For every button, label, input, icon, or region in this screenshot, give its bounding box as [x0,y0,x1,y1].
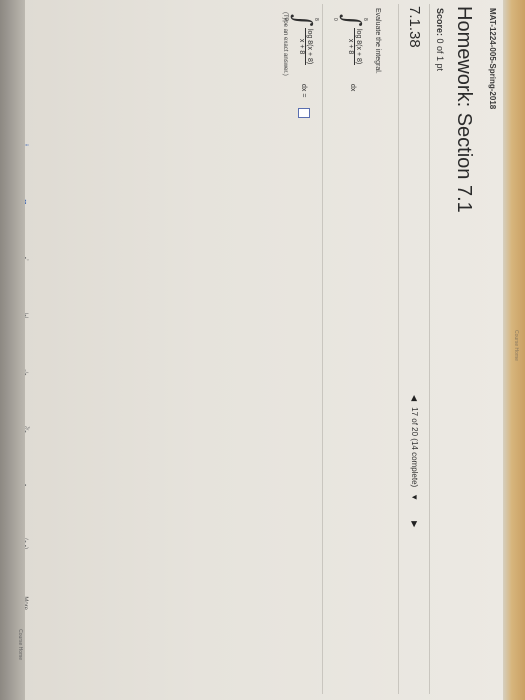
page-title: Homework: Section 7.1 [453,6,475,213]
score-label: Score: [435,8,445,37]
question-progress: 17 of 20 (14 complete) [410,407,419,488]
integral-sign-icon: ∫ [289,14,317,27]
question-number: 7.1.38 [406,6,423,48]
divider [398,4,399,694]
differential-equals: dx = [300,84,307,98]
answer-input[interactable] [298,108,310,118]
instruction-text: Evaluate the integral. [374,8,381,74]
integral-sign-icon: ∫ [338,14,366,27]
course-home-link[interactable]: Course Home [17,629,23,660]
score-value: 0 of 1 pt [435,38,445,72]
next-question-icon[interactable]: ▶ [410,521,419,527]
course-title: MAT-1224-005-Spring-2018 [488,8,497,110]
rotated-page: Course Home MAT-1224-005-Spring-2018 Hom… [0,0,525,700]
score-line: Score: 0 of 1 pt [435,8,445,71]
browser-top-strip: Course Home [503,0,525,700]
integrand-fraction: log 8(x + 8) x + 8 [298,28,313,66]
integrand-denominator: x + 8 [347,38,354,55]
divider [429,4,430,694]
integral-expression: 8 ∫ 0 log 8(x + 8) x + 8 dx [328,14,368,134]
differential: dx [349,84,356,92]
prev-question-icon[interactable]: ◀ [410,395,419,401]
question-navigator: ◀ 17 of 20 (14 complete) ▼ ▶ [410,395,419,527]
photo-bottom-edge: Course Home [0,0,25,700]
lower-limit: 0 [332,18,338,21]
integrand-denominator: x + 8 [298,38,305,55]
divider [322,4,323,694]
photo-frame: Course Home MAT-1224-005-Spring-2018 Hom… [0,0,525,700]
integrand-fraction: log 8(x + 8) x + 8 [347,28,362,66]
answer-hint: (Type an exact answer.) [282,12,288,76]
homework-content: MAT-1224-005-Spring-2018 Homework: Secti… [0,0,503,700]
integrand-numerator: log 8(x + 8) [354,28,362,66]
question-dropdown-icon[interactable]: ▼ [410,493,419,501]
integrand-numerator: log 8(x + 8) [305,28,313,66]
course-home-hint[interactable]: Course Home [513,330,519,361]
